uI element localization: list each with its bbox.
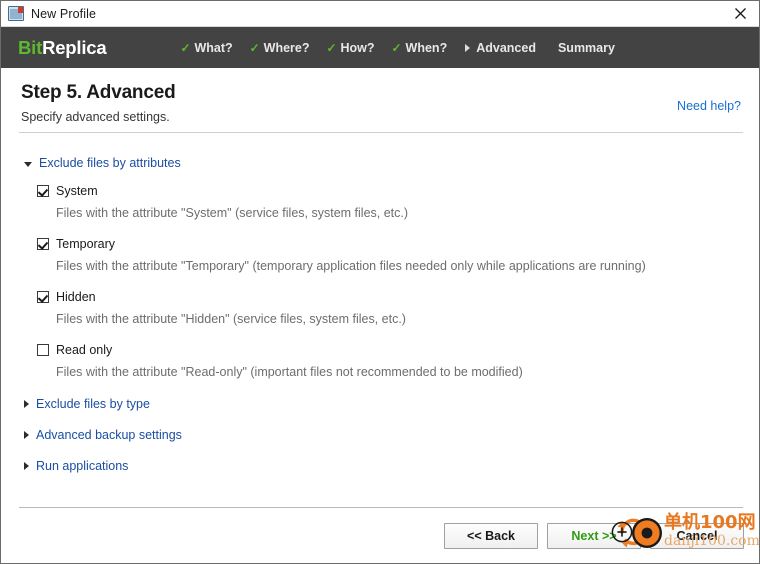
nav-item-label: Summary <box>557 40 615 55</box>
window-titlebar: New Profile <box>1 1 759 27</box>
page-title: Step 5. Advanced <box>21 82 176 103</box>
checkbox-row-hidden[interactable]: Hidden <box>1 289 759 305</box>
attribute-description: Files with the attribute "Hidden" (servi… <box>56 312 406 326</box>
triangle-right-icon <box>24 462 29 470</box>
app-logo: BitReplica <box>18 36 107 59</box>
section-label: Exclude files by attributes <box>39 156 181 170</box>
triangle-right-icon <box>24 431 29 439</box>
close-icon[interactable] <box>721 1 759 26</box>
checkbox-system[interactable] <box>37 185 49 197</box>
logo-bit: Bit <box>18 36 43 58</box>
attribute-row-system: System Files with the attribute "System"… <box>1 183 759 220</box>
section-run-applications[interactable]: Run applications <box>1 457 759 475</box>
page-body: Step 5. Advanced Specify advanced settin… <box>1 68 759 562</box>
checkbox-row-system[interactable]: System <box>1 183 759 199</box>
nav-item-what[interactable]: ✓ What? <box>180 41 232 55</box>
app-header: BitReplica ✓ What? ✓ Where? ✓ How? ✓ Whe… <box>1 27 759 68</box>
settings-content: Exclude files by attributes System Files… <box>1 154 759 488</box>
check-icon: ✓ <box>391 40 402 55</box>
section-label: Advanced backup settings <box>36 428 182 442</box>
checkbox-row-read-only[interactable]: Read only <box>1 342 759 358</box>
window-title: New Profile <box>31 6 97 21</box>
section-exclude-by-type[interactable]: Exclude files by type <box>1 395 759 413</box>
check-icon: ✓ <box>326 40 337 55</box>
need-help-link[interactable]: Need help? <box>677 99 741 113</box>
attribute-row-temporary: Temporary Files with the attribute "Temp… <box>1 236 759 273</box>
checkbox-hidden[interactable] <box>37 291 49 303</box>
nav-item-label: When? <box>405 40 448 55</box>
nav-item-how[interactable]: ✓ How? <box>327 41 375 55</box>
wizard-footer: << Back Next >> Cancel <box>1 509 759 562</box>
attribute-checkbox-list: System Files with the attribute "System"… <box>1 183 759 379</box>
collapsed-sections: Exclude files by type Advanced backup se… <box>1 395 759 475</box>
nav-item-where[interactable]: ✓ Where? <box>250 41 310 55</box>
nav-item-label: What? <box>194 40 233 55</box>
checkbox-label: Temporary <box>56 237 116 251</box>
header-divider <box>19 132 743 133</box>
page-subtitle: Specify advanced settings. <box>21 110 170 124</box>
attribute-row-hidden: Hidden Files with the attribute "Hidden"… <box>1 289 759 326</box>
profile-window-icon <box>8 6 24 21</box>
nav-item-label: Where? <box>263 40 310 55</box>
section-label: Run applications <box>36 459 129 473</box>
triangle-right-icon <box>24 400 29 408</box>
checkbox-row-temporary[interactable]: Temporary <box>1 236 759 252</box>
nav-item-label: Advanced <box>476 40 536 55</box>
attribute-description: Files with the attribute "Temporary" (te… <box>56 259 646 273</box>
check-icon: ✓ <box>249 40 260 55</box>
cancel-button[interactable]: Cancel <box>650 522 744 549</box>
nav-item-advanced[interactable]: Advanced <box>464 41 536 55</box>
check-icon: ✓ <box>180 40 191 55</box>
nav-item-label: How? <box>340 40 375 55</box>
next-button[interactable]: Next >> <box>547 522 641 549</box>
logo-replica: Replica <box>42 36 107 58</box>
nav-item-when[interactable]: ✓ When? <box>392 41 448 55</box>
checkbox-label: Read only <box>56 343 113 357</box>
section-advanced-backup-settings[interactable]: Advanced backup settings <box>1 426 759 444</box>
section-exclude-by-attributes[interactable]: Exclude files by attributes <box>1 154 759 172</box>
attribute-row-read-only: Read only Files with the attribute "Read… <box>1 342 759 379</box>
checkbox-label: System <box>56 184 98 198</box>
attribute-description: Files with the attribute "System" (servi… <box>56 206 409 220</box>
checkbox-label: Hidden <box>56 290 96 304</box>
new-profile-window: New Profile BitReplica ✓ What? ✓ Where? … <box>0 0 760 564</box>
triangle-right-icon <box>465 43 471 52</box>
attribute-description: Files with the attribute "Read-only" (im… <box>56 365 523 379</box>
checkbox-read-only[interactable] <box>37 344 49 356</box>
back-button[interactable]: << Back <box>444 522 538 549</box>
nav-item-summary[interactable]: Summary <box>558 41 615 55</box>
checkbox-temporary[interactable] <box>37 238 49 250</box>
section-label: Exclude files by type <box>36 397 150 411</box>
footer-divider <box>19 507 743 508</box>
wizard-nav: ✓ What? ✓ Where? ✓ How? ✓ When? Advanced <box>180 41 631 55</box>
triangle-down-icon <box>24 161 32 167</box>
